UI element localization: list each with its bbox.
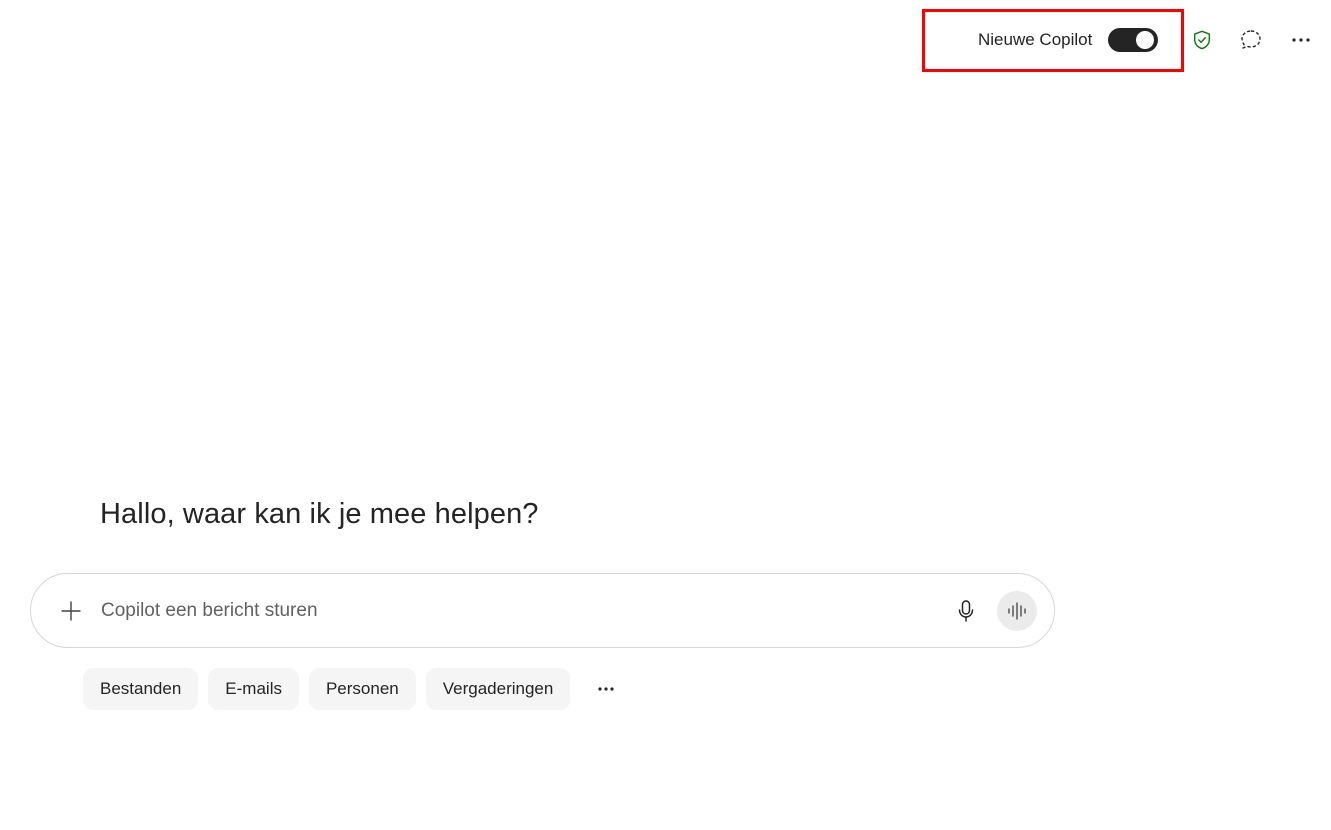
- new-copilot-toggle-group: Nieuwe Copilot: [978, 27, 1159, 53]
- message-composer: [30, 573, 1055, 648]
- voice-waveform-icon[interactable]: [997, 591, 1037, 631]
- new-chat-icon[interactable]: [1237, 26, 1265, 54]
- suggestion-chips: Bestanden E-mails Personen Vergaderingen: [83, 668, 620, 710]
- more-horizontal-icon[interactable]: [592, 668, 620, 710]
- microphone-icon-svg: [958, 600, 974, 622]
- more-horizontal-icon-svg: [598, 687, 614, 691]
- chip-emails[interactable]: E-mails: [208, 668, 299, 710]
- chip-personen[interactable]: Personen: [308, 668, 416, 710]
- greeting-heading: Hallo, waar kan ik je mee helpen?: [100, 498, 539, 530]
- plus-icon-svg: [61, 601, 81, 621]
- more-options-icon[interactable]: [1287, 26, 1315, 54]
- voice-waveform-icon-svg: [1008, 602, 1026, 620]
- toggle-label: Nieuwe Copilot: [978, 30, 1093, 49]
- plus-icon[interactable]: [58, 598, 84, 624]
- copilot-page: Nieuwe Copilot Hallo, waar kan ik je mee…: [0, 0, 1331, 830]
- toggle-knob: [1136, 31, 1155, 49]
- shield-check-icon[interactable]: [1188, 26, 1216, 54]
- more-options-icon-svg: [1292, 38, 1310, 42]
- new-chat-icon-svg: [1241, 30, 1261, 49]
- shield-check-icon-svg: [1193, 30, 1211, 50]
- chip-bestanden[interactable]: Bestanden: [83, 668, 199, 710]
- message-input[interactable]: [101, 596, 921, 626]
- new-copilot-toggle[interactable]: [1108, 28, 1159, 52]
- microphone-icon[interactable]: [953, 598, 979, 624]
- chip-vergaderingen[interactable]: Vergaderingen: [425, 668, 571, 710]
